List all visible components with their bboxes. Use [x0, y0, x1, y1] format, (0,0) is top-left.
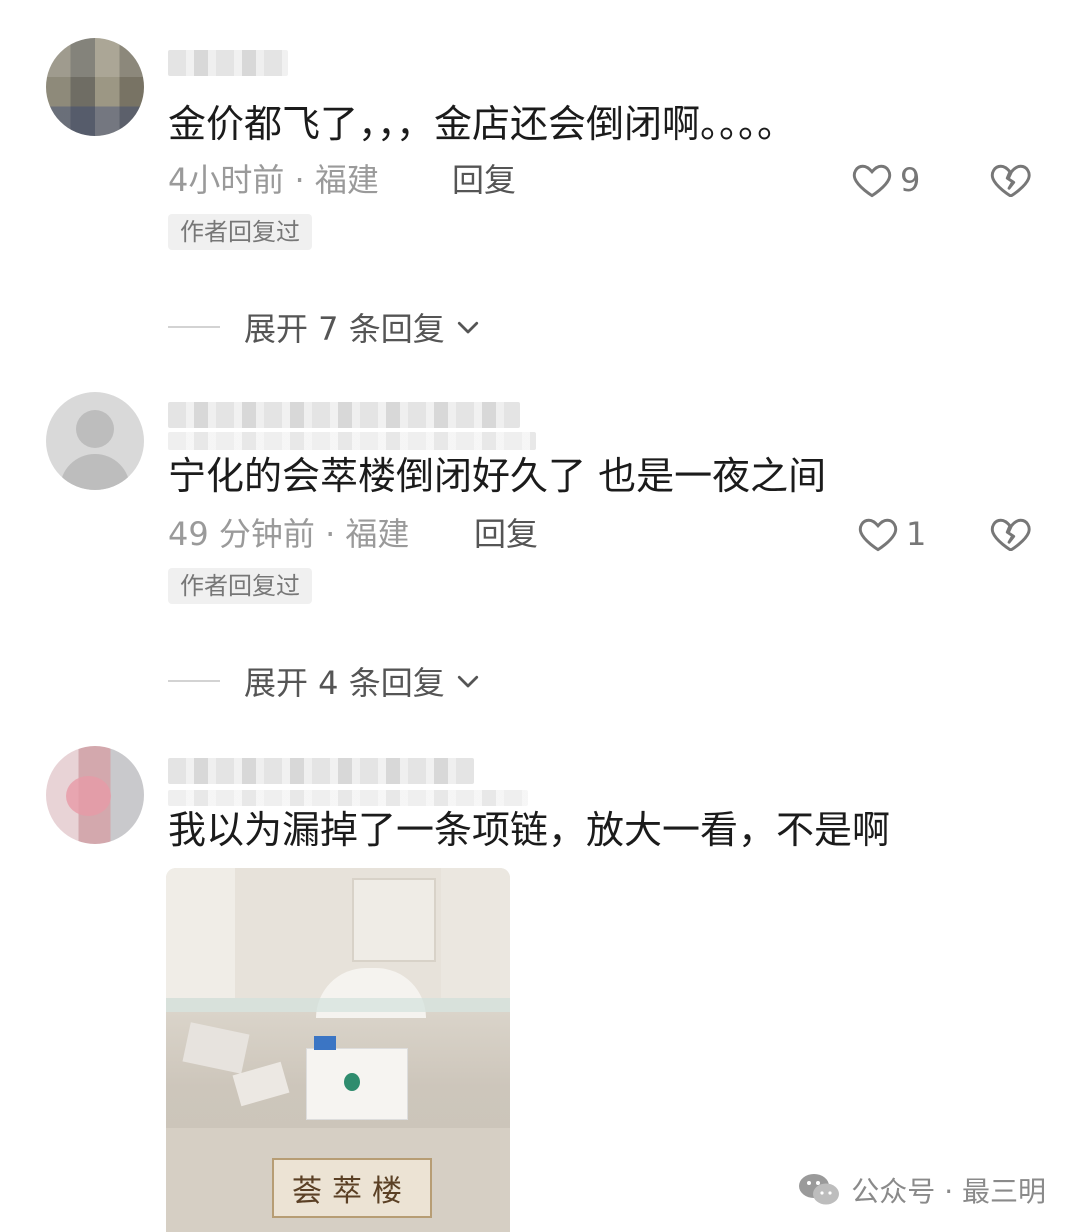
like-button[interactable]: 1 — [856, 512, 926, 556]
photo-price-tag — [314, 1036, 336, 1050]
account-watermark: 公众号 · 最三明 — [797, 1170, 1046, 1210]
comment-text: 我以为漏掉了一条项链，放大一看，不是啊 — [168, 808, 891, 852]
comment-time-location: 49 分钟前 · 福建 — [168, 515, 410, 553]
avatar[interactable] — [46, 38, 144, 136]
reply-button[interactable]: 回复 — [452, 160, 516, 200]
like-count: 9 — [900, 161, 921, 199]
reply-button[interactable]: 回复 — [474, 514, 538, 554]
author-replied-badge: 作者回复过 — [168, 214, 312, 250]
username-blurred — [168, 432, 536, 450]
comment-text: 金价都飞了，，，金店还会倒闭啊。。。。 — [168, 102, 796, 146]
expand-replies-label: 展开 7 条回复 — [244, 310, 445, 348]
like-count: 1 — [906, 515, 927, 553]
watermark-text: 公众号 · 最三明 — [851, 1175, 1046, 1208]
expand-replies-button[interactable]: 展开 7 条回复 — [168, 304, 483, 350]
dislike-button[interactable] — [988, 512, 1032, 560]
photo-shop-sign: 荟萃楼 — [272, 1158, 432, 1218]
username-blurred[interactable] — [168, 50, 288, 76]
username-blurred[interactable] — [168, 758, 474, 784]
expand-replies-label: 展开 4 条回复 — [244, 664, 445, 702]
broken-heart-icon — [990, 518, 1031, 552]
photo-glass-shelf — [166, 998, 510, 1012]
comment-text: 宁化的会萃楼倒闭好久了 也是一夜之间 — [168, 454, 827, 498]
dislike-button[interactable] — [988, 158, 1032, 206]
wechat-icon — [799, 1174, 840, 1205]
username-blurred[interactable] — [168, 402, 520, 428]
divider-line — [168, 680, 220, 682]
chevron-down-icon — [457, 321, 478, 334]
divider-line — [168, 326, 220, 328]
username-blurred — [168, 790, 528, 806]
like-button[interactable]: 9 — [850, 158, 920, 202]
avatar[interactable] — [46, 392, 144, 490]
heart-outline-icon — [852, 164, 892, 198]
broken-heart-icon — [990, 164, 1031, 198]
author-replied-badge: 作者回复过 — [168, 568, 312, 604]
heart-outline-icon — [858, 518, 898, 552]
comment-photo[interactable]: 荟萃楼 — [166, 868, 510, 1232]
photo-jade-pendant — [344, 1073, 360, 1091]
photo-paper-scrap — [182, 1022, 250, 1074]
photo-display-stand — [352, 878, 436, 962]
expand-replies-button[interactable]: 展开 4 条回复 — [168, 658, 483, 704]
chevron-down-icon — [457, 675, 478, 688]
comment-time-location: 4小时前 · 福建 — [168, 161, 379, 199]
avatar[interactable] — [46, 746, 144, 844]
